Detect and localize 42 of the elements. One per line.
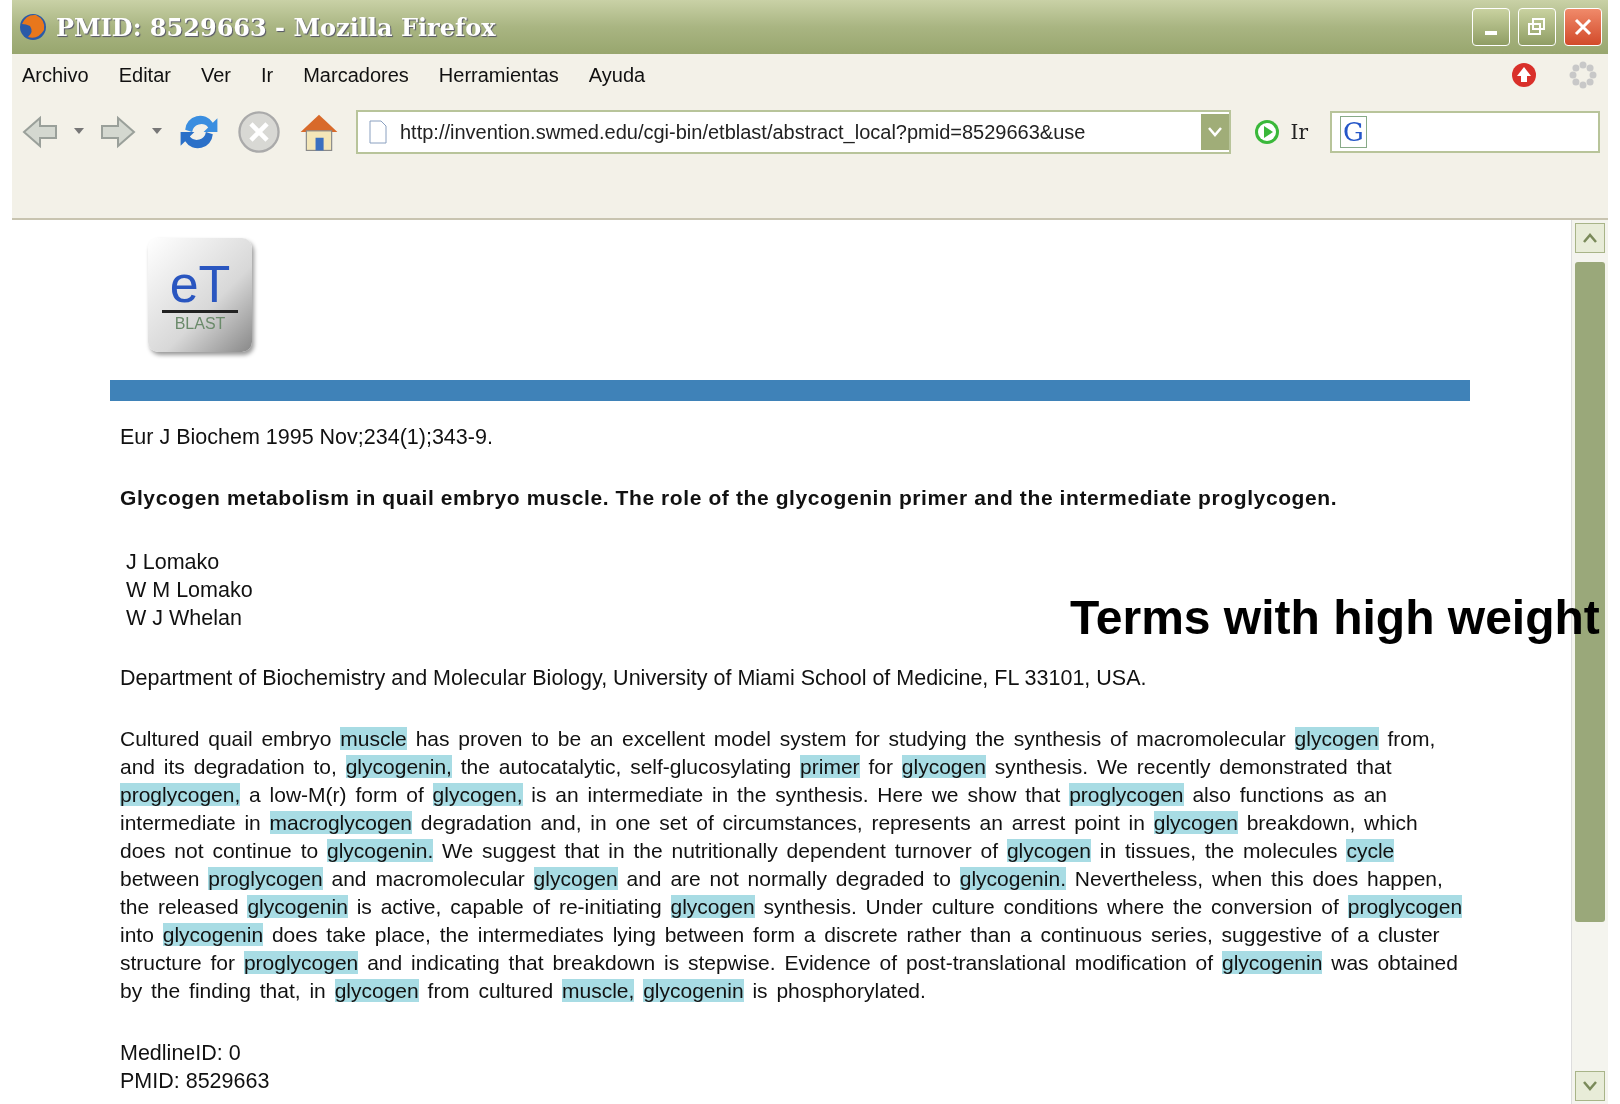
throbber-icon [1568,60,1598,90]
author-name: W M Lomako [126,577,253,604]
logo: eT BLAST [148,238,252,352]
address-bar[interactable]: http://invention.swmed.edu/cgi-bin/etblast/abstract_local?pmid=8529663&use [356,110,1231,154]
stop-icon[interactable] [236,109,282,155]
article-title: Glycogen metabolism in quail embryo muscle. The role of the glycogenin primer and the intermediate proglycogen. [120,486,1338,510]
caret-icon[interactable] [152,128,162,136]
menu-item[interactable]: Marcadores [303,63,409,87]
chevron-down-icon [1207,127,1222,137]
maximize-button[interactable] [1518,8,1556,46]
scroll-up-button[interactable] [1575,223,1605,253]
menu-item[interactable]: Herramientas [438,63,559,87]
menu-item[interactable]: Ver [200,63,231,87]
affiliation-text: Department of Biochemistry and Molecular Biology, University of Miami School of Medicine, FL 33101, USA. [120,666,1147,691]
play-icon [1252,118,1281,146]
citation-text: Eur J Biochem 1995 Nov;234(1);343-9. [120,425,493,450]
page-icon [368,120,388,144]
search-field[interactable]: G [1330,111,1600,153]
author-name: W J Whelan [126,605,242,632]
author-name: J Lomako [126,549,220,576]
caret-icon[interactable] [74,128,84,136]
go-button[interactable]: Ir [1244,118,1316,146]
id-line: PMID: 8529663 [120,1068,270,1095]
menu-item[interactable]: Editar [118,63,171,87]
menu-item[interactable]: Ir [261,63,274,87]
menu-item[interactable]: Archivo [22,63,89,87]
minimize-button[interactable] [1472,8,1510,46]
close-button[interactable] [1564,8,1602,46]
chevron-down-icon [1583,1081,1597,1091]
browser-logo-icon [18,12,48,42]
annotation-label: Terms with high weight [1070,590,1600,645]
minimize-icon [1485,31,1497,35]
scroll-down-button[interactable] [1575,1071,1605,1101]
alert-icon[interactable] [1510,61,1538,89]
restore-icon [1527,17,1547,37]
window-title: PMID: 8529663 - Mozilla Firefox [56,12,497,42]
chevron-up-icon [1583,233,1597,243]
menu-item[interactable]: Ayuda [588,63,646,87]
abstract-paragraph: Cultured quail embryo muscle has proven to be an excellent model system for studying the synthesis of macromolecular glycogen from, and its degradation to, glycogenin, the autocatalytic, self-glucosylating primer for glycogen synthesis. We recently demonstrated that proglycogen, a low-M(r) form of glycogen, is an intermediate in the synthesis. Here we show that proglycogen also functions as an intermediate in macroglycogen degradation and, in one set of circumstances, represents an arrest point in glycogen breakdown, which does not continue to glycogenin. We suggest that in the nutritionally dependent turnover of glycogen in tissues, the molecules cycle between proglycogen and macromolecular glycogen and are not normally degraded to glycogenin. Nevertheless, when this does happen, the released glycogenin is active, capable of re-initiating glycogen synthesis. Under culture conditions where the conversion of proglycogen into glycogenin does take place, the intermediates lying between form a discrete rather than a continuous series, suggestive of a cluster structure for proglycogen and indicating that breakdown is stepwise. Evidence of post-translational modification of glycogenin was obtained by the finding that, in glycogen from cultured muscle, glycogenin is phosphorylated. [120,726,1464,1004]
dropdown-button[interactable] [1200,114,1229,150]
id-line: MedlineID: 0 [120,1040,242,1067]
close-icon [1573,17,1593,37]
